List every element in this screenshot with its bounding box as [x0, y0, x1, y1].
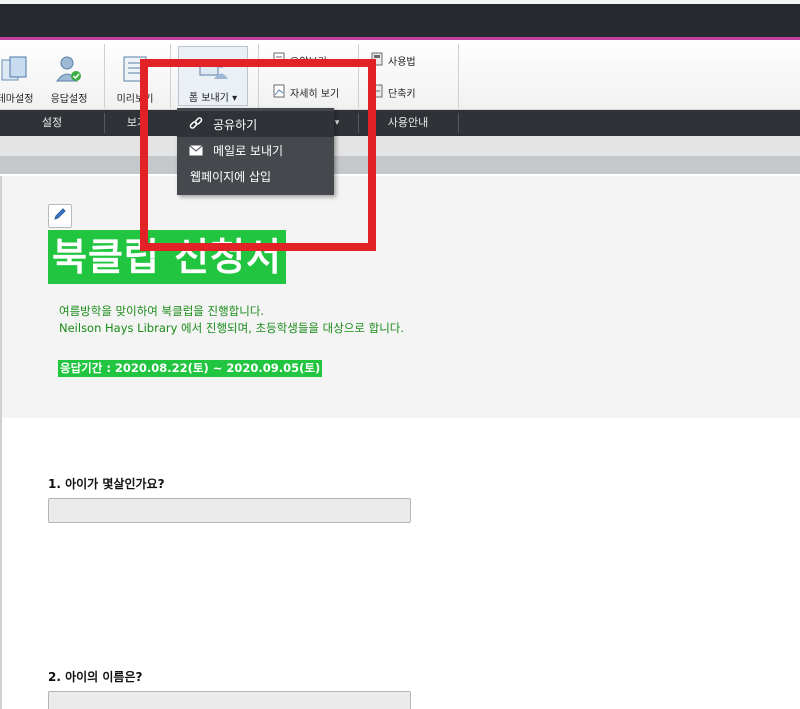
group-separator: [458, 113, 459, 133]
edit-title-button[interactable]: [48, 204, 72, 228]
response-settings-icon: [54, 54, 84, 84]
ribbon-toolbar: 테마설정 응답설정 미리보기 폼 보내기 ▾ 요약보기 자세히 보기 사용법 단…: [0, 40, 800, 110]
question-2-label: 2. 아이의 이름은?: [48, 670, 143, 684]
highlight-annotation: [140, 59, 376, 251]
shortcut-button[interactable]: 단축키: [370, 84, 416, 101]
theme-settings-button[interactable]: 테마설정: [0, 46, 38, 105]
form-description-line-1: 여름방학을 맞이하여 북클럽을 진행합니다.: [59, 304, 265, 318]
app-title-bar: [0, 0, 800, 40]
response-period: 응답기간 : 2020.08.22(토) ~ 2020.09.05(토): [58, 360, 323, 377]
pencil-icon: [52, 206, 68, 226]
form-description-line-2: Neilson Hays Library 에서 진행되며, 초등학생들을 대상으…: [59, 321, 405, 335]
usage-button[interactable]: 사용법: [370, 52, 416, 69]
question-1-label: 1. 아이가 몇살인가요?: [48, 477, 165, 491]
ribbon-group-bar: 설정 보기 ▾ 사용안내: [0, 110, 800, 136]
theme-settings-icon: [0, 54, 30, 84]
form-header: [2, 176, 800, 418]
top-strip: [0, 0, 800, 4]
ribbon-separator: [458, 44, 459, 108]
group-label-settings: 설정: [41, 116, 63, 129]
form-left-border: [0, 176, 2, 709]
form-top-margin: [0, 156, 800, 174]
toolbar-spacer: [0, 136, 800, 156]
response-settings-button[interactable]: 응답설정: [46, 46, 92, 105]
ribbon-separator: [104, 44, 105, 108]
question-1-input[interactable]: [48, 498, 411, 523]
question-2-input[interactable]: [48, 691, 411, 709]
